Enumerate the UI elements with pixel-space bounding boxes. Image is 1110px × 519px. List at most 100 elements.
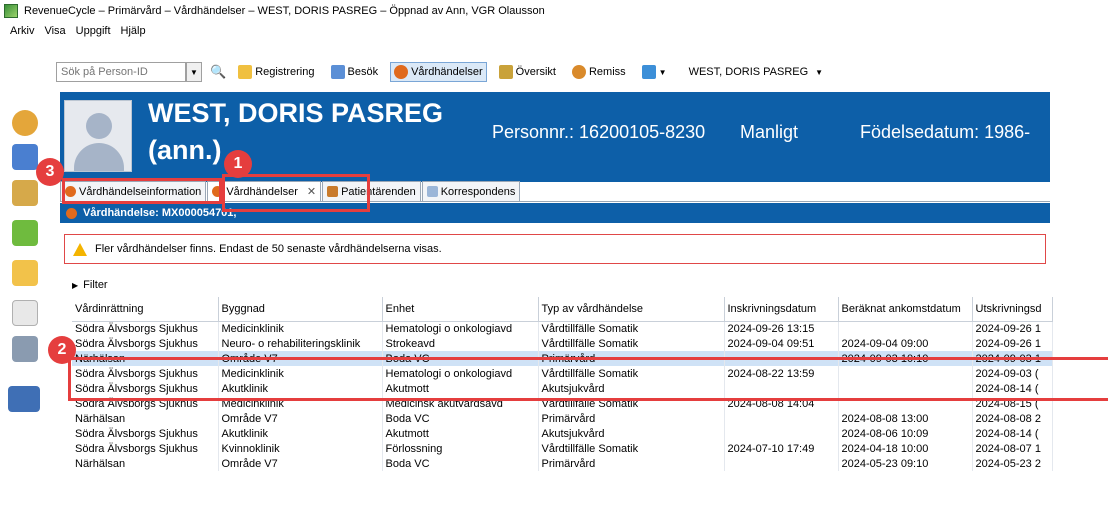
window-title: RevenueCycle – Primärvård – Vårdhändelse… bbox=[24, 5, 545, 17]
remiss-button[interactable]: Remiss bbox=[568, 62, 630, 82]
clipboard-icon[interactable] bbox=[12, 180, 38, 206]
cell: Medicinklinik bbox=[218, 321, 383, 336]
column-header[interactable]: Enhet bbox=[382, 297, 539, 322]
table-row[interactable]: Södra Älvsborgs Sjukhus Kvinnoklinik Förlo… bbox=[72, 441, 1053, 456]
oversikt-label: Översikt bbox=[515, 66, 556, 78]
warning-banner: Fler vårdhändelser finns. Endast de 50 s… bbox=[64, 234, 1046, 264]
cell: 2024-09-26 1 bbox=[972, 321, 1053, 336]
chevron-down-icon: ▼ bbox=[815, 67, 824, 77]
remiss-label: Remiss bbox=[588, 66, 626, 78]
column-header[interactable]: Utskrivningsd bbox=[972, 297, 1053, 322]
cell: Primärvård bbox=[538, 411, 725, 426]
tab-korrespondens[interactable]: Korrespondens bbox=[421, 181, 521, 201]
vardhandelser-label: Vårdhändelser bbox=[411, 66, 483, 78]
table-row[interactable]: Södra Älvsborgs Sjukhus Medicinklinik Hema… bbox=[72, 321, 1053, 336]
besok-label: Besök bbox=[347, 66, 379, 78]
cell: Område V7 bbox=[218, 456, 383, 471]
patient-personnr: Personnr.: 16200105-8230 bbox=[492, 122, 706, 142]
history-icon bbox=[394, 65, 409, 79]
cell: Strokeavd bbox=[382, 336, 539, 351]
search-icon[interactable]: 🔍 bbox=[210, 64, 226, 80]
table-row[interactable]: Södra Älvsborgs Sjukhus Neuro- o rehabili… bbox=[72, 336, 1053, 351]
table-row[interactable]: Närhälsan Område V7 Boda VC Primärvård 2024-… bbox=[72, 456, 1053, 471]
patient-name: WEST, DORIS PASREG bbox=[148, 98, 444, 128]
patient-header: WEST, DORIS PASREG (ann.) Personnr.: 162… bbox=[60, 92, 1050, 182]
filter-toggle[interactable]: ▶ Filter bbox=[72, 279, 108, 291]
overview-icon bbox=[498, 65, 513, 79]
cell: Vårdtillfälle Somatik bbox=[538, 321, 725, 336]
search-dropdown-button[interactable]: ▼ bbox=[186, 62, 202, 82]
cell: Södra Älvsborgs Sjukhus bbox=[72, 336, 219, 351]
oversikt-button[interactable]: Översikt bbox=[495, 62, 560, 82]
cell: 2024-08-14 ( bbox=[972, 426, 1053, 441]
patient-birthdate: Födelsedatum: 1986- bbox=[860, 122, 1031, 142]
cell: Södra Älvsborgs Sjukhus bbox=[72, 426, 219, 441]
table-row[interactable]: Södra Älvsborgs Sjukhus Akutklinik Akutmot… bbox=[72, 426, 1053, 441]
menu-visa[interactable]: Visa bbox=[44, 25, 65, 37]
cell: 2024-07-10 17:49 bbox=[724, 441, 839, 456]
cell: 2024-08-08 13:00 bbox=[838, 411, 973, 426]
avatar bbox=[64, 100, 132, 172]
calendar-icon[interactable] bbox=[12, 144, 38, 170]
document-icon[interactable] bbox=[12, 300, 38, 326]
cell: 2024-08-07 1 bbox=[972, 441, 1053, 456]
menu-uppgift[interactable]: Uppgift bbox=[76, 25, 111, 37]
cell bbox=[724, 456, 839, 471]
cell: 2024-05-23 09:10 bbox=[838, 456, 973, 471]
patient-annotation: (ann.) bbox=[148, 135, 222, 165]
callout-3: 3 bbox=[36, 158, 64, 186]
menu-arkiv[interactable]: Arkiv bbox=[10, 25, 34, 37]
menu-bar: Arkiv Visa Uppgift Hjälp bbox=[0, 22, 146, 40]
highlight-box-tab-info bbox=[62, 178, 222, 204]
toolbar: ▼ 🔍 Registrering Besök Vårdhändelser Öve… bbox=[56, 60, 827, 84]
warning-text: Fler vårdhändelser finns. Endast de 50 s… bbox=[95, 243, 442, 255]
cell: 2024-04-18 10:00 bbox=[838, 441, 973, 456]
referral-icon bbox=[571, 65, 586, 79]
windows-icon bbox=[641, 65, 656, 79]
cell: Kvinnoklinik bbox=[218, 441, 383, 456]
section-title: Vårdhändelse: MX000054701, bbox=[83, 207, 237, 219]
windows-menu-button[interactable]: ▼ bbox=[638, 62, 671, 82]
cell: Närhälsan bbox=[72, 456, 219, 471]
building-icon[interactable] bbox=[8, 386, 40, 412]
cell: 2024-09-04 09:00 bbox=[838, 336, 973, 351]
warning-icon bbox=[73, 242, 87, 256]
patient-select[interactable]: WEST, DORIS PASREG ▼ bbox=[685, 63, 828, 81]
vardhandelser-button[interactable]: Vårdhändelser bbox=[390, 62, 487, 82]
besok-button[interactable]: Besök bbox=[327, 62, 383, 82]
chevron-right-icon: ▶ bbox=[72, 280, 79, 290]
pencil-icon bbox=[238, 65, 253, 79]
pharmacy-icon[interactable] bbox=[12, 336, 38, 362]
column-header[interactable]: Byggnad bbox=[218, 297, 383, 322]
cell: Södra Älvsborgs Sjukhus bbox=[72, 321, 219, 336]
column-header[interactable]: Beräknat ankomstdatum bbox=[838, 297, 973, 322]
filter-label: Filter bbox=[83, 279, 108, 291]
cell: 2024-08-08 2 bbox=[972, 411, 1053, 426]
tab-label: Korrespondens bbox=[440, 185, 516, 198]
registrering-button[interactable]: Registrering bbox=[234, 62, 318, 82]
cell: Boda VC bbox=[382, 411, 539, 426]
callout-2: 2 bbox=[48, 336, 76, 364]
cell bbox=[724, 411, 839, 426]
history-icon bbox=[66, 207, 77, 219]
column-header[interactable]: Inskrivningsdatum bbox=[724, 297, 839, 322]
chevron-down-icon: ▼ bbox=[658, 67, 667, 77]
person-search-icon[interactable] bbox=[12, 110, 38, 136]
cell: Primärvård bbox=[538, 456, 725, 471]
column-header[interactable]: Typ av vårdhändelse bbox=[538, 297, 725, 322]
cell: 2024-05-23 2 bbox=[972, 456, 1053, 471]
export-icon[interactable] bbox=[12, 220, 38, 246]
table-header-row: Vårdinrättning Byggnad Enhet Typ av vård… bbox=[72, 297, 1053, 322]
mail-icon[interactable] bbox=[12, 260, 38, 286]
cell: Södra Älvsborgs Sjukhus bbox=[72, 441, 219, 456]
person-id-search-input[interactable] bbox=[56, 62, 186, 82]
cell: Akutsjukvård bbox=[538, 426, 725, 441]
menu-hjalp[interactable]: Hjälp bbox=[121, 25, 146, 37]
cell: Neuro- o rehabiliteringsklinik bbox=[218, 336, 383, 351]
column-header[interactable]: Vårdinrättning bbox=[72, 297, 219, 322]
cell: Akutklinik bbox=[218, 426, 383, 441]
letter-icon bbox=[426, 186, 438, 197]
table-row[interactable]: Närhälsan Område V7 Boda VC Primärvård 2024-… bbox=[72, 411, 1053, 426]
cell bbox=[838, 321, 973, 336]
cell: Vårdtillfälle Somatik bbox=[538, 441, 725, 456]
